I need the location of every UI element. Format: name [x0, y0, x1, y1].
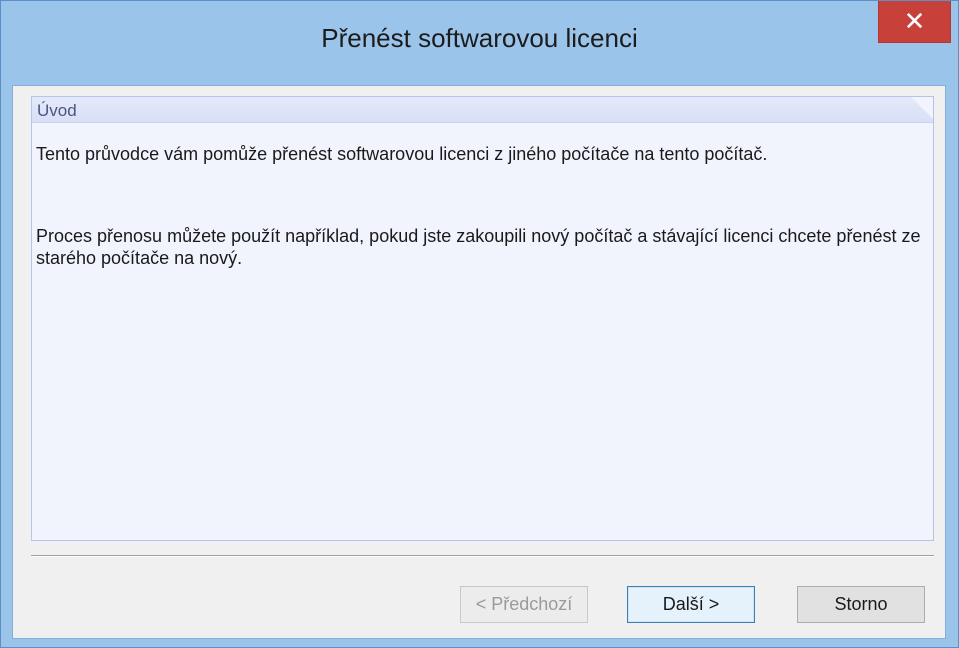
intro-text: Tento průvodce vám pomůže přenést softwa…: [36, 144, 768, 164]
dialog-client-area: Úvod Tento průvodce vám pomůže přenést s…: [12, 85, 946, 639]
title-bar[interactable]: Přenést softwarovou licenci ✕: [1, 1, 958, 85]
separator-line: [31, 555, 934, 557]
description-text: Proces přenosu můžete použít například, …: [36, 226, 921, 268]
panel-header-label: Úvod: [37, 101, 77, 120]
close-icon: ✕: [903, 6, 926, 37]
wizard-window: Přenést softwarovou licenci ✕ Úvod Tento…: [0, 0, 959, 648]
panel-header: Úvod: [32, 97, 933, 123]
close-button[interactable]: ✕: [878, 1, 951, 43]
wizard-page-panel: Úvod Tento průvodce vám pomůže přenést s…: [31, 96, 934, 541]
next-button[interactable]: Další >: [627, 586, 755, 623]
window-title: Přenést softwarovou licenci: [321, 23, 638, 53]
previous-button[interactable]: < Předchozí: [460, 586, 588, 623]
cancel-button[interactable]: Storno: [797, 586, 925, 623]
